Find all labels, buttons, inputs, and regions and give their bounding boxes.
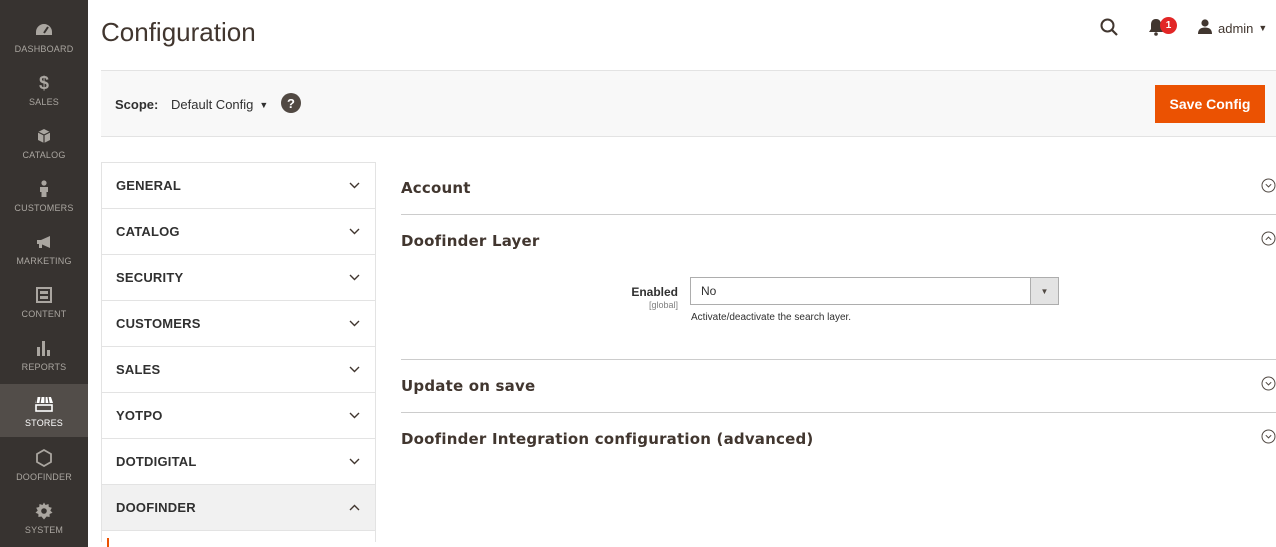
field-label-scope: [global] (648, 300, 678, 310)
section-header[interactable]: Doofinder Integration configuration (adv… (401, 413, 1276, 465)
nav-item-marketing[interactable]: MARKETING (0, 222, 88, 275)
megaphone-icon (35, 231, 53, 253)
tab-catalog[interactable]: CATALOG (102, 209, 375, 255)
tab-label: CUSTOMERS (116, 316, 201, 331)
tab-doofinder[interactable]: DOOFINDER (102, 485, 375, 531)
section-update-on-save: Update on save (401, 360, 1276, 413)
tab-dotdigital[interactable]: DOTDIGITAL (102, 439, 375, 485)
field-label-name: Enabled (631, 285, 678, 299)
circle-chevron-down-icon (1261, 178, 1276, 198)
nav-label: MARKETING (16, 256, 72, 266)
section-title: Update on save (401, 377, 536, 395)
field-label: Enabled [global] (631, 285, 678, 310)
user-menu[interactable]: admin ▼ (1198, 19, 1267, 37)
nav-label: SALES (28, 97, 60, 107)
section-doofinder-layer: Doofinder Layer Enabled [global] No ▼ Ac… (401, 215, 1276, 360)
nav-item-customers[interactable]: CUSTOMERS (0, 169, 88, 222)
page-actions-bar: Scope: Default Config ▼ ? Save Config (101, 70, 1276, 137)
scope-switcher[interactable]: Default Config ▼ (171, 97, 268, 112)
field-note: Activate/deactivate the search layer. (691, 312, 852, 323)
section-integration-advanced: Doofinder Integration configuration (adv… (401, 413, 1276, 465)
search-icon[interactable] (1100, 18, 1118, 41)
nav-label: REPORTS (21, 362, 67, 372)
section-account: Account (401, 162, 1276, 215)
layout-icon (36, 284, 52, 306)
nav-item-sales[interactable]: $ SALES (0, 63, 88, 116)
store-icon (34, 393, 54, 415)
tab-label: SECURITY (116, 270, 184, 285)
section-header[interactable]: Update on save (401, 360, 1276, 412)
select-value: No (701, 284, 717, 298)
chevron-down-icon (347, 317, 361, 331)
user-name: admin (1218, 20, 1254, 36)
tab-label: GENERAL (116, 178, 181, 193)
circle-chevron-down-icon (1261, 429, 1276, 449)
chevron-down-icon (347, 455, 361, 469)
field-enabled: Enabled [global] No ▼ Activate/deactivat… (401, 267, 1276, 359)
tab-label: SALES (116, 362, 161, 377)
circle-chevron-up-icon (1261, 231, 1276, 251)
scope-value: Default Config (171, 97, 254, 112)
active-subtab-marker (107, 538, 109, 547)
notification-badge: 1 (1160, 17, 1177, 34)
section-header[interactable]: Account (401, 162, 1276, 214)
save-config-button[interactable]: Save Config (1155, 85, 1265, 123)
enabled-select[interactable]: No ▼ (690, 277, 1059, 305)
gear-icon (35, 500, 53, 522)
tab-label: DOTDIGITAL (116, 454, 197, 469)
section-title: Account (401, 179, 471, 197)
hexagon-icon (36, 447, 52, 469)
cube-icon (37, 125, 51, 147)
caret-down-icon: ▼ (1258, 23, 1268, 33)
tab-yotpo[interactable]: YOTPO (102, 393, 375, 439)
nav-label: CUSTOMERS (14, 203, 74, 213)
tab-security[interactable]: SECURITY (102, 255, 375, 301)
person-icon (38, 178, 50, 200)
nav-label: DOOFINDER (16, 472, 72, 482)
section-header[interactable]: Doofinder Layer (401, 215, 1276, 267)
help-icon[interactable]: ? (281, 93, 301, 113)
chevron-down-icon (347, 225, 361, 239)
nav-item-content[interactable]: CONTENT (0, 275, 88, 328)
caret-down-icon: ▼ (259, 99, 269, 110)
caret-down-icon[interactable]: ▼ (1030, 278, 1058, 304)
config-sections: Account Doofinder Layer Enabled [global]… (401, 162, 1276, 465)
nav-label: CONTENT (21, 309, 67, 319)
chevron-up-icon (347, 501, 361, 515)
chevron-down-icon (347, 179, 361, 193)
dashboard-icon (35, 19, 53, 41)
chevron-down-icon (347, 271, 361, 285)
tab-label: YOTPO (116, 408, 163, 423)
tab-customers[interactable]: CUSTOMERS (102, 301, 375, 347)
bar-chart-icon (36, 337, 52, 359)
nav-label: CATALOG (22, 150, 66, 160)
nav-item-stores[interactable]: STORES (0, 384, 88, 437)
nav-item-system[interactable]: SYSTEM (0, 491, 88, 544)
chevron-down-icon (347, 409, 361, 423)
nav-label: STORES (24, 418, 64, 428)
circle-chevron-down-icon (1261, 376, 1276, 396)
page-title: Configuration (101, 17, 256, 47)
nav-item-doofinder[interactable]: DOOFINDER (0, 438, 88, 491)
tab-sales[interactable]: SALES (102, 347, 375, 393)
tab-label: DOOFINDER (116, 500, 196, 515)
user-icon (1198, 19, 1212, 37)
section-title: Doofinder Layer (401, 232, 540, 250)
chevron-down-icon (347, 363, 361, 377)
nav-item-catalog[interactable]: CATALOG (0, 116, 88, 169)
nav-item-dashboard[interactable]: DASHBOARD (0, 10, 88, 63)
tab-general[interactable]: GENERAL (102, 163, 375, 209)
nav-label: SYSTEM (24, 525, 64, 535)
admin-sidebar: DASHBOARD $ SALES CATALOG CUSTOMERS MARK… (0, 0, 88, 547)
nav-label: DASHBOARD (14, 44, 74, 54)
config-tabs: GENERAL CATALOG SECURITY CUSTOMERS SALES… (101, 162, 376, 542)
tab-label: CATALOG (116, 224, 180, 239)
nav-item-reports[interactable]: REPORTS (0, 328, 88, 381)
section-title: Doofinder Integration configuration (adv… (401, 430, 814, 448)
scope-label: Scope: (115, 97, 159, 112)
dollar-icon: $ (38, 72, 49, 93)
